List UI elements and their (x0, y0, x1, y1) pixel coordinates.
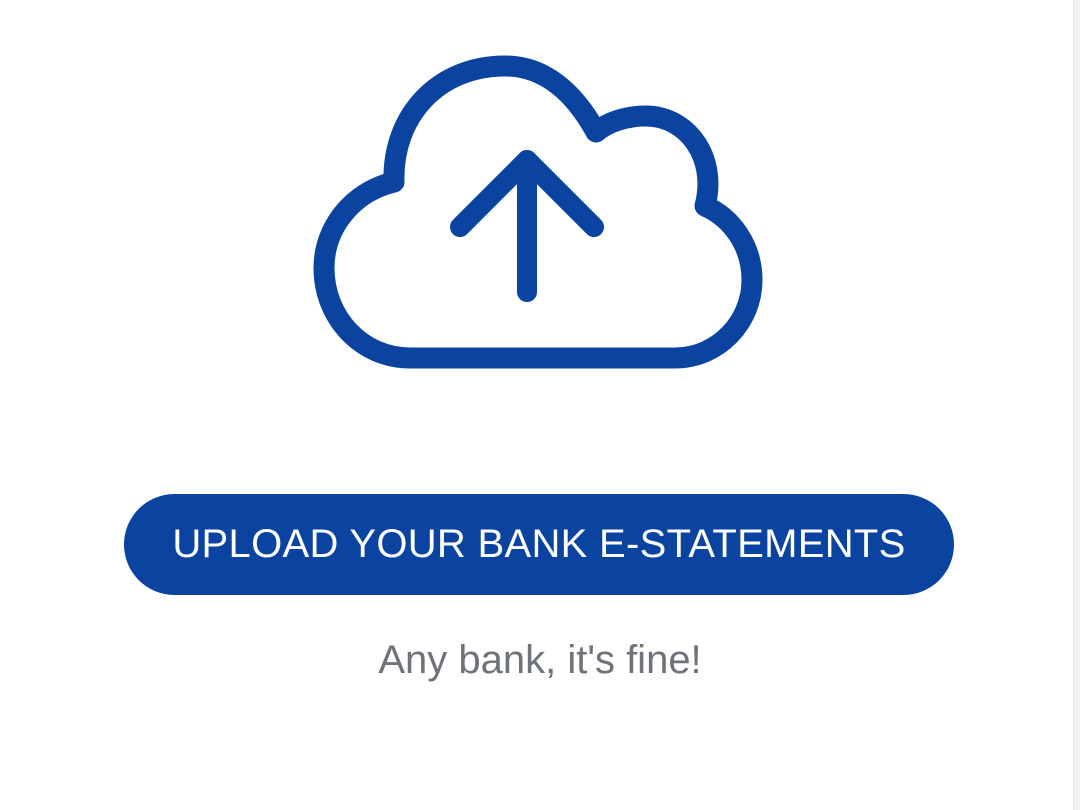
cloud-upload-icon (313, 55, 763, 369)
subtitle-text: Any bank, it's fine! (378, 638, 702, 682)
upload-statements-button[interactable]: UPLOAD YOUR BANK E-STATEMENTS (124, 494, 954, 595)
scrollbar-track (1073, 0, 1080, 810)
upload-page: UPLOAD YOUR BANK E-STATEMENTS Any bank, … (0, 0, 1080, 810)
